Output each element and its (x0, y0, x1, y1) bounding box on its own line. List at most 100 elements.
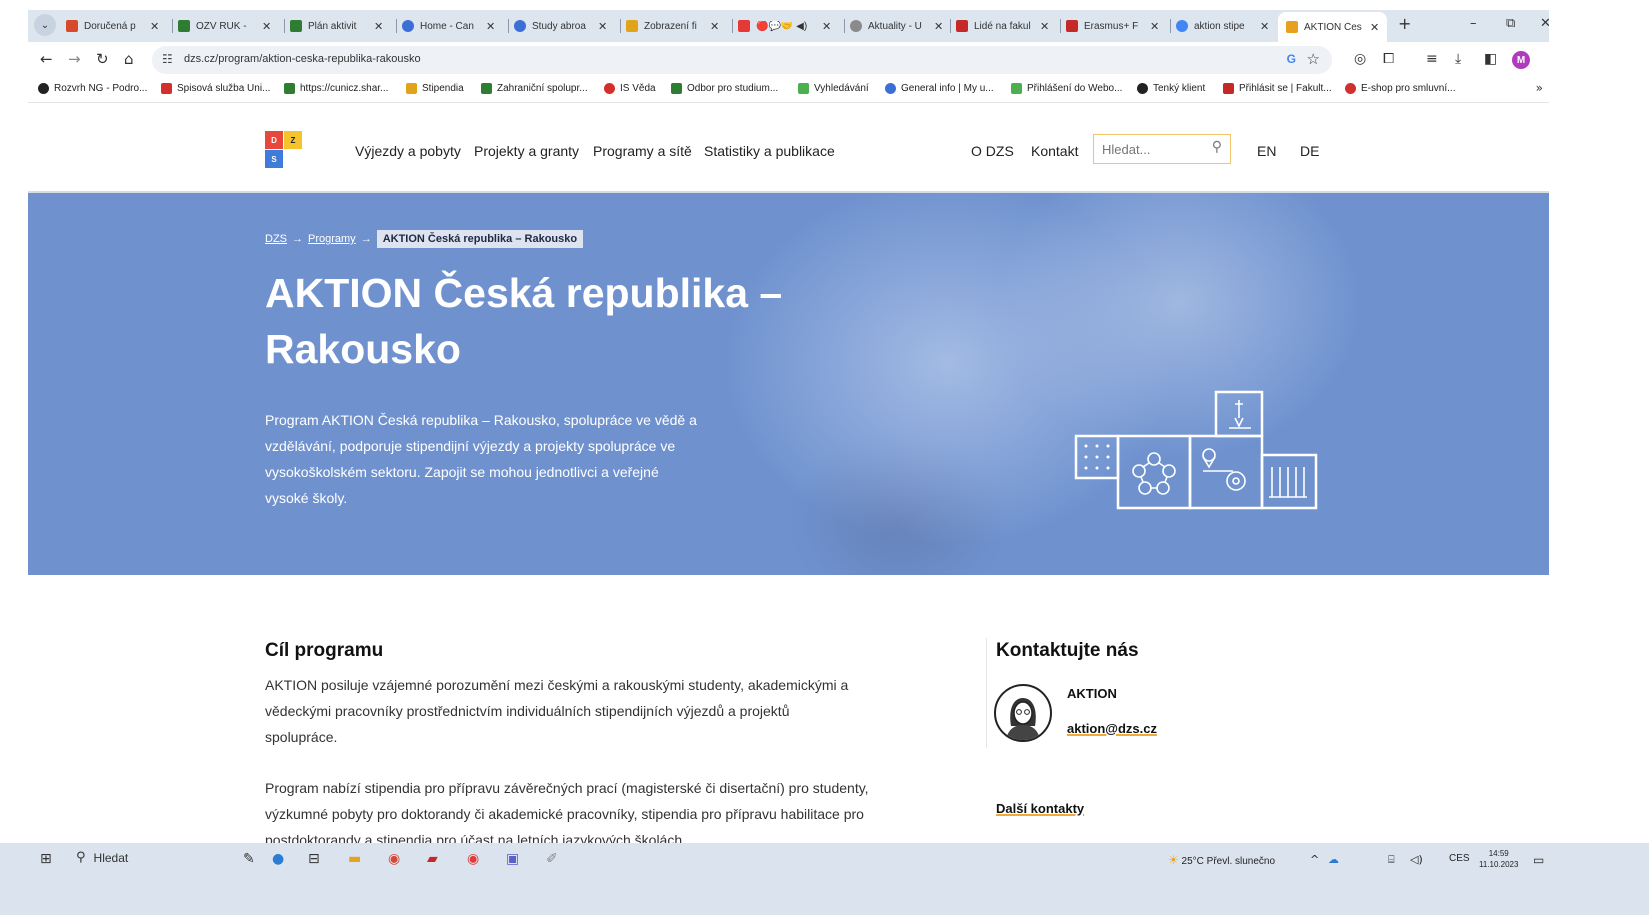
tray-chevron-icon[interactable]: ^ (1310, 853, 1319, 866)
close-tab-icon[interactable]: ✕ (262, 20, 271, 33)
reload-icon[interactable]: ↻ (96, 50, 109, 68)
breadcrumb: DZS → Programy → AKTION Česká republika … (265, 230, 584, 248)
close-tab-icon[interactable]: ✕ (598, 20, 607, 33)
clock[interactable]: 14:59 11.10.2023 (1479, 848, 1518, 870)
profile-avatar[interactable]: M (1512, 51, 1530, 69)
more-bookmarks-chevron-icon[interactable]: » (1536, 81, 1543, 95)
bookmark-item[interactable]: IS Věda (604, 83, 656, 94)
nav-kontakt[interactable]: Kontakt (1031, 143, 1078, 159)
pdf-reader-icon[interactable]: ▰ (427, 851, 438, 867)
taskbar-search[interactable]: ⚲ Hledat (76, 850, 128, 865)
file-explorer-icon[interactable]: ▬ (348, 851, 361, 867)
reading-list-icon[interactable]: ≡ (1426, 51, 1438, 67)
minimize-button[interactable]: – (1470, 16, 1477, 31)
paint-icon[interactable]: ✐ (546, 851, 558, 867)
onedrive-icon[interactable]: ☁ (1328, 853, 1339, 866)
bookmark-item[interactable]: Zahraniční spolupr... (481, 83, 588, 94)
weather-widget[interactable]: ☀ 25°C Převl. slunečno (1168, 853, 1275, 867)
bookmark-item[interactable]: Odbor pro studium... (671, 83, 778, 94)
more-contacts-link[interactable]: Další kontakty (996, 801, 1084, 816)
close-tab-icon[interactable]: ✕ (1040, 20, 1049, 33)
site-search-input[interactable] (1100, 141, 1204, 158)
close-tab-icon[interactable]: ✕ (822, 20, 831, 33)
tab-11[interactable]: aktion stipe ✕ (1169, 14, 1269, 38)
bookmark-item[interactable]: Stipendia (406, 83, 464, 94)
google-lens-icon[interactable]: G (1287, 52, 1296, 66)
close-tab-icon[interactable]: ✕ (710, 20, 719, 33)
bookmark-label: https://cunicz.shar... (300, 83, 389, 94)
widgets-icon[interactable]: ✎ (243, 851, 255, 867)
tab-4[interactable]: Home - Can ✕ (395, 14, 495, 38)
bookmark-item[interactable]: E-shop pro smluvní... (1345, 83, 1455, 94)
tab-7[interactable]: 🔴💬🤝 ◀) ✕ (731, 14, 831, 38)
tab-5[interactable]: Study abroa ✕ (507, 14, 607, 38)
bookmark-star-icon[interactable]: ☆ (1307, 50, 1320, 68)
people-icon[interactable]: ● (272, 851, 284, 867)
lang-en[interactable]: EN (1257, 143, 1276, 159)
bookmark-item[interactable]: Přihlášení do Webo... (1011, 83, 1122, 94)
nav-projekty[interactable]: Projekty a granty (474, 143, 579, 159)
tab-2[interactable]: OZV RUK - ✕ (171, 14, 271, 38)
contact-email-link[interactable]: aktion@dzs.cz (1067, 721, 1157, 736)
extension-icon[interactable]: ◎ (1354, 51, 1366, 67)
close-tab-icon[interactable]: ✕ (374, 20, 383, 33)
downloads-icon[interactable]: ⤓ (1455, 51, 1461, 67)
close-tab-icon[interactable]: ✕ (1370, 21, 1379, 34)
lang-de[interactable]: DE (1300, 143, 1319, 159)
bookmark-item[interactable]: Vyhledávání (798, 83, 869, 94)
bookmark-item[interactable]: Tenký klient (1137, 83, 1205, 94)
close-tab-icon[interactable]: ✕ (150, 20, 159, 33)
network-icon[interactable]: ⌸ (1388, 853, 1395, 867)
close-tab-icon[interactable]: ✕ (934, 20, 943, 33)
bookmark-item[interactable]: General info | My u... (885, 83, 994, 94)
volume-icon[interactable]: ◁) (1410, 853, 1423, 866)
tab-3[interactable]: Plán aktivit ✕ (283, 14, 383, 38)
maximize-button[interactable]: ⧉ (1506, 16, 1515, 31)
nav-statistiky[interactable]: Statistiky a publikace (704, 143, 835, 159)
notifications-icon[interactable]: ▭ (1533, 853, 1544, 867)
task-view-icon[interactable]: ⊟ (308, 851, 320, 867)
nav-programy[interactable]: Programy a sítě (593, 143, 692, 159)
nav-vyjezdy[interactable]: Výjezdy a pobyty (355, 143, 461, 159)
tab-10[interactable]: Erasmus+ F ✕ (1059, 14, 1159, 38)
side-panel-icon[interactable]: ◧ (1484, 51, 1497, 67)
puzzle-extensions-icon[interactable]: ⧠ (1383, 51, 1394, 67)
hero-banner: DZS → Programy → AKTION Česká republika … (28, 193, 1549, 575)
bookmark-favicon-icon (284, 83, 295, 94)
close-window-button[interactable]: ✕ (1540, 16, 1549, 31)
back-arrow-icon[interactable]: ← (40, 50, 53, 68)
chrome-icon[interactable]: ◉ (388, 851, 400, 867)
tab-8[interactable]: Aktuality - U ✕ (843, 14, 943, 38)
windows-start-icon[interactable]: ⊞ (40, 851, 52, 867)
bookmark-item[interactable]: Přihlásit se | Fakult... (1223, 83, 1332, 94)
close-tab-icon[interactable]: ✕ (486, 20, 495, 33)
forward-arrow-icon[interactable]: → (68, 50, 81, 68)
search-icon[interactable]: ⚲ (1212, 139, 1222, 155)
site-info-icon[interactable]: ☷ (162, 52, 173, 66)
nav-o-dzs[interactable]: O DZS (971, 143, 1014, 159)
breadcrumb-link-dzs[interactable]: DZS (265, 233, 287, 245)
youtube-favicon-icon (738, 20, 750, 32)
tab-12-active[interactable]: AKTION Čes ✕ (1278, 12, 1388, 42)
tab-1[interactable]: Doručená p ✕ (66, 14, 159, 38)
breadcrumb-link-programy[interactable]: Programy (308, 233, 356, 245)
tab-6[interactable]: Zobrazení fi ✕ (619, 14, 719, 38)
site-search[interactable]: ⚲ (1093, 134, 1231, 164)
bookmark-item[interactable]: Rozvrh NG - Podro... (38, 83, 147, 94)
chrome-profile-icon[interactable]: ◉ (467, 851, 479, 867)
url-text[interactable]: dzs.cz/program/aktion-ceska-republika-ra… (184, 53, 421, 65)
home-icon[interactable]: ⌂ (124, 50, 134, 68)
new-tab-button[interactable]: + (1398, 14, 1411, 33)
teams-icon[interactable]: ▣ (506, 851, 519, 867)
tab-9[interactable]: Lidé na fakul ✕ (949, 14, 1049, 38)
close-tab-icon[interactable]: ✕ (1150, 20, 1159, 33)
bookmark-item[interactable]: Spisová služba Uni... (161, 83, 270, 94)
close-tab-icon[interactable]: ✕ (1260, 20, 1269, 33)
dzs-logo[interactable]: D Z S (265, 131, 303, 169)
bookmark-item[interactable]: https://cunicz.shar... (284, 83, 388, 94)
input-language[interactable]: CES (1449, 853, 1470, 864)
tab-title: Zobrazení fi (644, 20, 697, 32)
tab-search-button[interactable]: ⌄ (34, 14, 56, 36)
favicon-icon (514, 20, 526, 32)
address-bar[interactable]: ☷ dzs.cz/program/aktion-ceska-republika-… (152, 46, 1332, 74)
